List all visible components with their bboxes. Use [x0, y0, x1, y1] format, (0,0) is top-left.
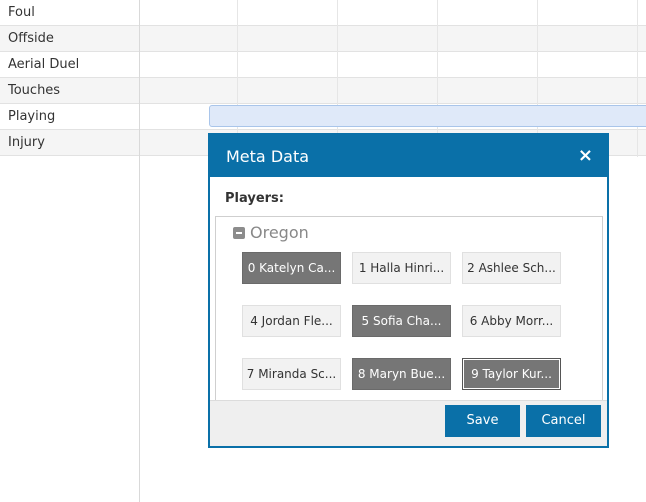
- player-button[interactable]: 1 Halla Hinri...: [352, 252, 451, 284]
- event-row-label: Offside: [0, 26, 139, 52]
- modal-header: Meta Data ×: [210, 135, 607, 177]
- playing-event-bar[interactable]: [209, 105, 646, 127]
- cancel-button[interactable]: Cancel: [526, 405, 601, 437]
- event-label-column: Foul Offside Aerial Duel Touches Playing…: [0, 0, 140, 502]
- meta-data-modal: Meta Data × Players: Oregon 0 Katelyn Ca…: [208, 133, 609, 448]
- collapse-icon[interactable]: [233, 226, 245, 239]
- event-row-label: Injury: [0, 130, 139, 156]
- event-row-label: Playing: [0, 104, 139, 130]
- timeline-row[interactable]: [140, 52, 646, 78]
- event-row-label: Touches: [0, 78, 139, 104]
- save-button[interactable]: Save: [445, 405, 520, 437]
- player-button[interactable]: 2 Ashlee Sch...: [462, 252, 561, 284]
- player-group-box: Oregon 0 Katelyn Ca... 1 Halla Hinri... …: [215, 216, 603, 404]
- group-header[interactable]: Oregon: [233, 223, 309, 242]
- event-row-label: Foul: [0, 0, 139, 26]
- grid-divider: [637, 0, 638, 157]
- player-button[interactable]: 0 Katelyn Ca...: [242, 252, 341, 284]
- group-name: Oregon: [250, 223, 309, 242]
- event-row-label: Aerial Duel: [0, 52, 139, 78]
- timeline-row[interactable]: [140, 78, 646, 104]
- timeline-row[interactable]: [140, 0, 646, 26]
- close-icon[interactable]: ×: [578, 147, 593, 165]
- modal-footer: Save Cancel: [210, 400, 607, 446]
- modal-title: Meta Data: [226, 146, 310, 166]
- player-button[interactable]: 7 Miranda Sc...: [242, 358, 341, 390]
- player-button[interactable]: 9 Taylor Kur...: [462, 358, 561, 390]
- player-button[interactable]: 6 Abby Morr...: [462, 305, 561, 337]
- players-label: Players:: [225, 191, 284, 206]
- player-button[interactable]: 4 Jordan Fle...: [242, 305, 341, 337]
- player-button[interactable]: 5 Sofia Cha...: [352, 305, 451, 337]
- player-button[interactable]: 8 Maryn Bue...: [352, 358, 451, 390]
- timeline-row[interactable]: [140, 26, 646, 52]
